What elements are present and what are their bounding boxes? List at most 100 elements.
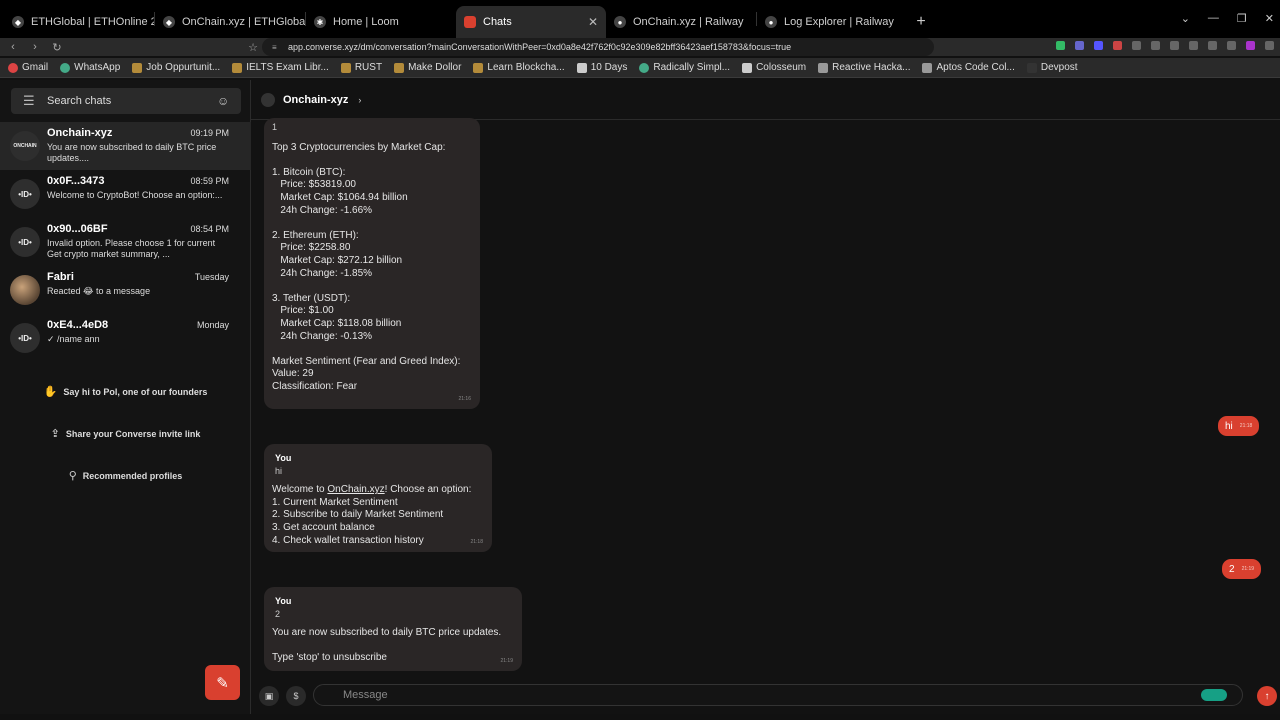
new-conversation-button[interactable]: ✎ <box>205 665 240 700</box>
menu-icon[interactable] <box>1265 41 1274 50</box>
bookmark-item[interactable]: Aptos Code Col... <box>922 62 1015 73</box>
conversation-item[interactable]: •ID• 0xE4...4eD8 Monday ✓ /name ann <box>0 314 251 362</box>
bookmark-item[interactable]: Make Dollor <box>394 62 461 73</box>
promo-say-hi[interactable]: ✋ Say hi to Pol, one of our founders <box>0 385 251 398</box>
conversation-time: Tuesday <box>194 272 229 282</box>
bookmarks-bar: Gmail WhatsApp Job Oppurtunit... IELTS E… <box>0 58 1280 78</box>
sent-message[interactable]: 2 21:19 <box>1222 559 1262 579</box>
reply-quote: 2 <box>275 608 281 619</box>
bookmark-item[interactable]: Learn Blockcha... <box>473 62 565 73</box>
onchain-link[interactable]: OnChain.xyz <box>327 484 384 495</box>
conversation-item[interactable]: Fabri Tuesday Reacted 😂 to a message <box>0 266 251 314</box>
conversation-header[interactable]: Onchain-xyz › <box>251 80 1280 120</box>
browser-tab[interactable]: ◆ OnChain.xyz | ETHGlobal <box>155 6 305 38</box>
folder-icon <box>394 62 405 73</box>
conversation-time: Monday <box>196 320 229 330</box>
new-tab-button[interactable]: + <box>907 6 935 38</box>
download-icon[interactable] <box>1189 41 1198 50</box>
reply-quote: hi <box>275 465 283 476</box>
promo-invite-link[interactable]: ⇪ Share your Converse invite link <box>0 427 251 440</box>
received-message[interactable]: You hi Welcome to OnChain.xyz! Choose an… <box>264 444 492 552</box>
conversation-item[interactable]: •ID• 0x0F...3473 08:59 PM Welcome to Cry… <box>0 170 251 218</box>
promo-recommended-profiles[interactable]: ⚲ Recommended profiles <box>0 469 251 482</box>
sidebar-toggle-icon[interactable] <box>1208 41 1217 50</box>
extension-icon[interactable] <box>1227 41 1236 50</box>
extension-icon[interactable] <box>1246 41 1255 50</box>
lock-icon: ≡ <box>272 42 277 52</box>
sent-message[interactable]: hi 21:18 <box>1218 416 1260 436</box>
bookmark-item[interactable]: IELTS Exam Libr... <box>232 62 329 73</box>
folder-icon <box>132 62 143 73</box>
message-text: You are now subscribed to daily BTC pric… <box>272 627 502 664</box>
bookmark-item[interactable]: Job Oppurtunit... <box>132 62 220 73</box>
minimize-icon[interactable]: — <box>1208 12 1219 25</box>
hamburger-menu-icon[interactable]: ☰ <box>23 93 37 109</box>
address-bar-row: ‹ › ↻ ☆ ≡ app.converse.xyz/dm/conversati… <box>0 38 1280 56</box>
browser-tab-active[interactable]: Chats ✕ <box>456 6 606 38</box>
conversation-time: 08:54 PM <box>190 224 229 234</box>
send-button[interactable]: ↑ <box>1257 686 1277 706</box>
browser-tab[interactable]: ✱ Home | Loom <box>306 6 456 38</box>
search-input[interactable]: Search chats <box>47 95 217 107</box>
conversation-pane: Onchain-xyz › 1 Top 3 Cryptocurrencies b… <box>251 80 1280 714</box>
browser-tab[interactable]: ● OnChain.xyz | Railway <box>606 6 756 38</box>
bookmark-icon[interactable]: ☆ <box>244 41 262 54</box>
bookmark-item[interactable]: RUST <box>340 62 382 73</box>
extension-icon[interactable] <box>1075 41 1084 50</box>
search-bar[interactable]: ☰ Search chats ☺ <box>11 88 241 114</box>
bookmark-item[interactable]: Gmail <box>8 62 48 73</box>
bookmark-item[interactable]: Radically Simpl... <box>639 62 730 73</box>
avatar: ONCHAIN <box>10 131 40 161</box>
bookmark-item[interactable]: Colosseum <box>742 62 806 73</box>
extension-icon[interactable] <box>1151 41 1160 50</box>
site-icon <box>639 62 650 73</box>
message-input[interactable]: Message <box>313 684 1243 706</box>
gmail-icon <box>8 62 18 73</box>
maximize-icon[interactable]: ❐ <box>1237 12 1247 25</box>
bookmark-item[interactable]: WhatsApp <box>60 62 120 73</box>
extension-icon[interactable] <box>1113 41 1122 50</box>
conversation-title: Onchain-xyz <box>283 93 349 106</box>
browser-tab[interactable]: ● Log Explorer | Railway <box>757 6 907 38</box>
window-controls: ⌄ — ❐ ✕ <box>1181 12 1274 25</box>
conversation-name: Onchain-xyz <box>47 127 113 139</box>
url-field[interactable]: ≡ app.converse.xyz/dm/conversation?mainC… <box>262 38 934 56</box>
conversation-preview: ✓ /name ann <box>47 334 100 344</box>
conversation-item[interactable]: •ID• 0x90...06BF 08:54 PM Invalid option… <box>0 218 251 266</box>
site-icon <box>818 62 829 73</box>
conversation-preview: Reacted 😂 to a message <box>47 286 151 296</box>
folder-icon <box>340 62 351 73</box>
reload-icon[interactable]: ↻ <box>48 41 66 54</box>
conversation-item[interactable]: ONCHAIN Onchain-xyz 09:19 PM You are now… <box>0 122 251 170</box>
extension-icon[interactable] <box>1056 41 1065 50</box>
send-money-button[interactable]: $ <box>286 686 306 706</box>
loom-icon: ✱ <box>314 16 326 28</box>
back-icon[interactable]: ‹ <box>4 41 22 53</box>
extensions-toolbar <box>1056 41 1274 50</box>
extension-icon[interactable] <box>1094 41 1103 50</box>
message-text: Welcome to OnChain.xyz! Choose an option… <box>272 484 472 546</box>
conversation-time: 08:59 PM <box>190 176 229 186</box>
close-window-icon[interactable]: ✕ <box>1265 12 1274 25</box>
grammarly-icon[interactable] <box>1201 689 1227 701</box>
forward-icon[interactable]: › <box>26 41 44 53</box>
ethglobal-icon: ◆ <box>163 16 175 28</box>
chevron-down-icon[interactable]: ⌄ <box>1181 12 1190 25</box>
extension-icon[interactable] <box>1170 41 1179 50</box>
bookmark-item[interactable]: Devpost <box>1026 62 1078 73</box>
extension-icon[interactable] <box>1132 41 1141 50</box>
attach-image-button[interactable]: ▣ <box>259 686 279 706</box>
bookmark-item[interactable]: Reactive Hacka... <box>818 62 910 73</box>
message-text: hi <box>1225 420 1233 432</box>
message-composer: ▣ $ Message ↑ <box>251 680 1280 714</box>
received-message[interactable]: You 2 You are now subscribed to daily BT… <box>264 587 522 671</box>
arrow-up-icon: ↑ <box>1264 690 1270 702</box>
chevron-right-icon[interactable]: › <box>358 95 361 105</box>
close-tab-icon[interactable]: ✕ <box>588 15 598 29</box>
site-icon <box>742 62 753 73</box>
site-icon <box>576 62 587 73</box>
browser-tab[interactable]: ◆ETHGlobal | ETHOnline 2024 <box>4 6 154 38</box>
bookmark-item[interactable]: 10 Days <box>576 62 627 73</box>
received-message[interactable]: 1 Top 3 Cryptocurrencies by Market Cap: … <box>264 118 480 409</box>
profile-icon[interactable]: ☺ <box>217 94 231 108</box>
